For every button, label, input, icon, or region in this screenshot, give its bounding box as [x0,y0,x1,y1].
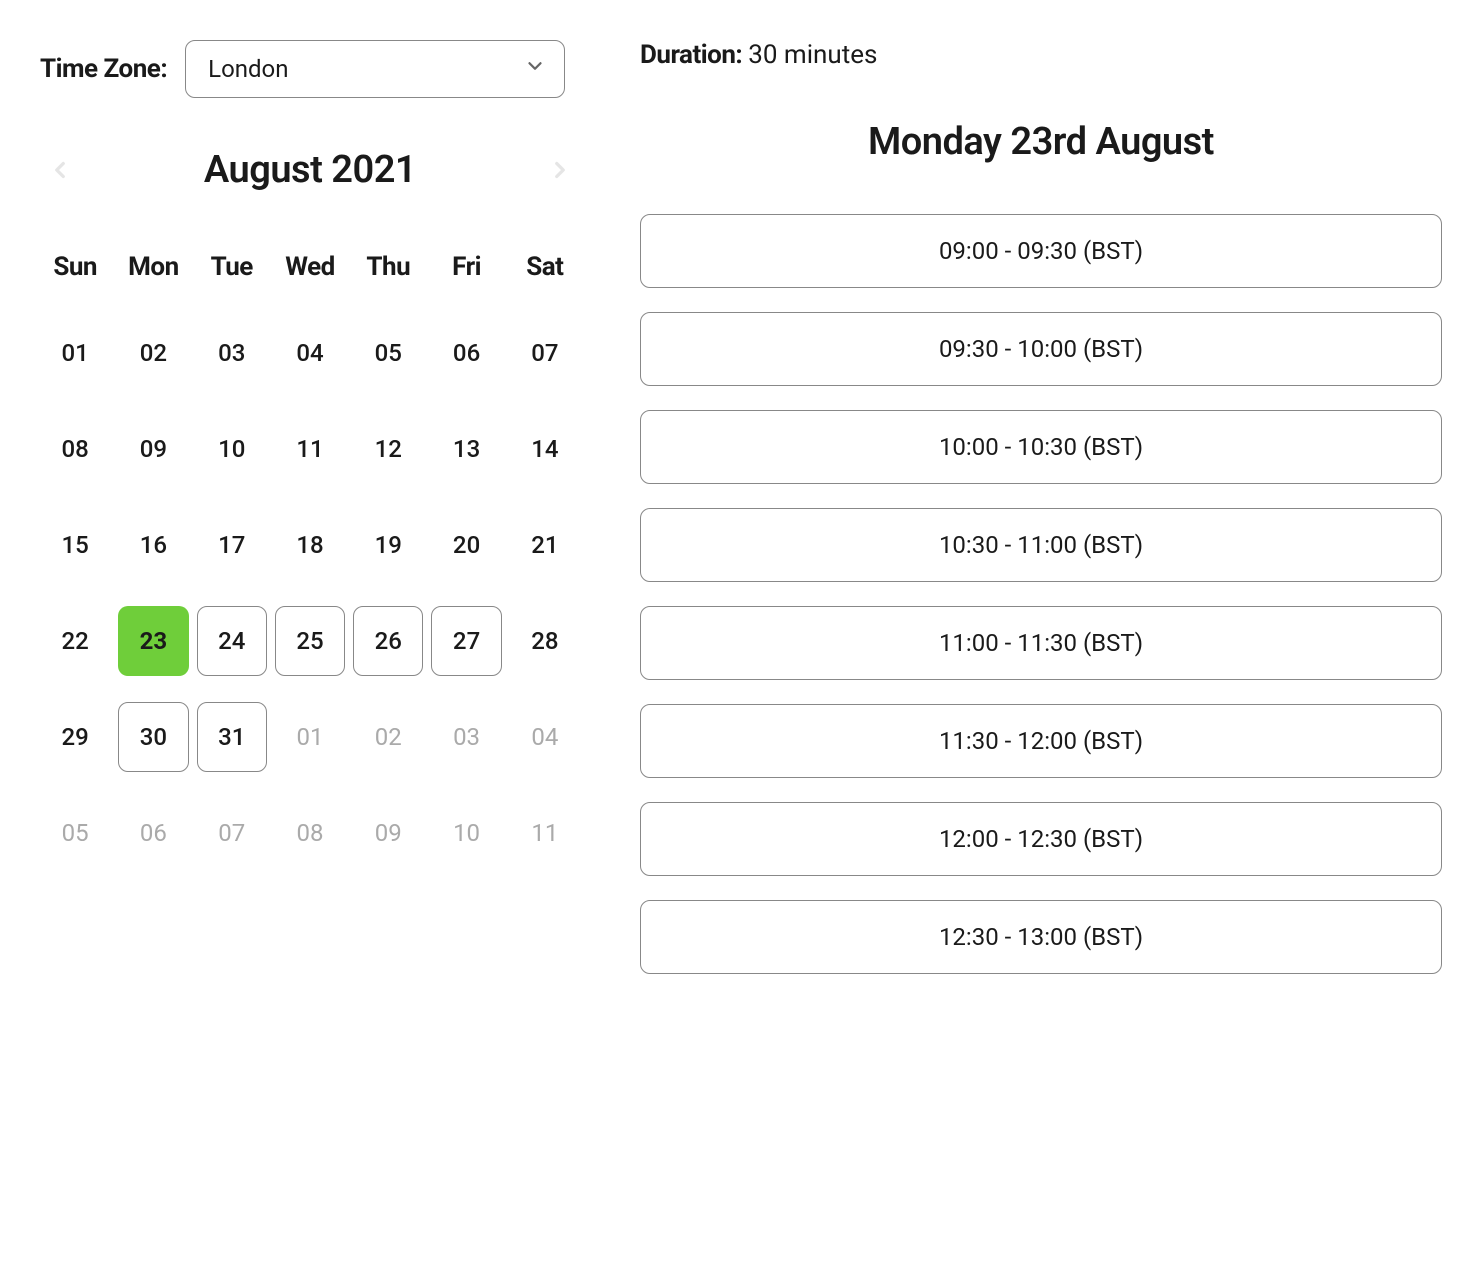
dow-header: Wed [275,242,345,310]
calendar-day: 02 [118,318,188,388]
time-slot-button[interactable]: 09:00 - 09:30 (BST) [640,214,1442,288]
time-slot-button[interactable]: 09:30 - 10:00 (BST) [640,312,1442,386]
calendar-day: 10 [431,798,501,868]
calendar-day: 01 [275,702,345,772]
dow-header: Sun [40,242,110,310]
calendar-day[interactable]: 24 [197,606,267,676]
calendar-day: 10 [197,414,267,484]
calendar-day: 05 [40,798,110,868]
timezone-selected-value: London [208,55,288,83]
calendar-day[interactable]: 27 [431,606,501,676]
selected-day-title: Monday 23rd August [640,120,1442,164]
calendar-day: 12 [353,414,423,484]
calendar-day: 08 [40,414,110,484]
calendar-day: 29 [40,702,110,772]
timezone-label: Time Zone: [40,54,167,84]
time-slot-button[interactable]: 11:00 - 11:30 (BST) [640,606,1442,680]
calendar-day: 07 [197,798,267,868]
calendar-day: 14 [510,414,580,484]
time-slot-button[interactable]: 10:00 - 10:30 (BST) [640,410,1442,484]
dow-header: Sat [510,242,580,310]
calendar-day[interactable]: 25 [275,606,345,676]
time-slot-button[interactable]: 12:00 - 12:30 (BST) [640,802,1442,876]
calendar-day: 03 [431,702,501,772]
calendar-day: 21 [510,510,580,580]
dow-header: Fri [431,242,501,310]
calendar-grid: SunMonTueWedThuFriSat0102030405060708091… [40,242,580,886]
calendar-day: 19 [353,510,423,580]
dow-header: Thu [353,242,423,310]
calendar-day: 04 [275,318,345,388]
calendar-day: 17 [197,510,267,580]
calendar-day: 06 [118,798,188,868]
calendar-day: 05 [353,318,423,388]
time-slot-button[interactable]: 11:30 - 12:00 (BST) [640,704,1442,778]
duration-label: Duration: [640,40,742,70]
time-slot-list: 09:00 - 09:30 (BST) 09:30 - 10:00 (BST) 10… [640,214,1442,974]
calendar-day: 06 [431,318,501,388]
calendar-day: 08 [275,798,345,868]
calendar-day: 09 [353,798,423,868]
timezone-select[interactable]: London [185,40,565,98]
calendar-day[interactable]: 26 [353,606,423,676]
calendar-day: 11 [275,414,345,484]
calendar-day: 13 [431,414,501,484]
month-title: August 2021 [204,148,416,192]
dow-header: Mon [118,242,188,310]
calendar-day[interactable]: 23 [118,606,188,676]
calendar-day: 15 [40,510,110,580]
calendar-day: 09 [118,414,188,484]
calendar-day: 18 [275,510,345,580]
calendar-day[interactable]: 30 [118,702,188,772]
calendar-day: 02 [353,702,423,772]
calendar-day: 04 [510,702,580,772]
calendar-day: 28 [510,606,580,676]
calendar-day: 11 [510,798,580,868]
calendar-day: 03 [197,318,267,388]
calendar-day: 16 [118,510,188,580]
time-slot-button[interactable]: 10:30 - 11:00 (BST) [640,508,1442,582]
dow-header: Tue [197,242,267,310]
calendar-day: 20 [431,510,501,580]
calendar-day[interactable]: 31 [197,702,267,772]
prev-month-button[interactable] [40,150,80,190]
calendar-day: 07 [510,318,580,388]
duration-value: 30 minutes [748,40,877,70]
calendar-day: 01 [40,318,110,388]
calendar-day: 22 [40,606,110,676]
time-slot-button[interactable]: 12:30 - 13:00 (BST) [640,900,1442,974]
next-month-button[interactable] [540,150,580,190]
chevron-down-icon [524,55,546,83]
